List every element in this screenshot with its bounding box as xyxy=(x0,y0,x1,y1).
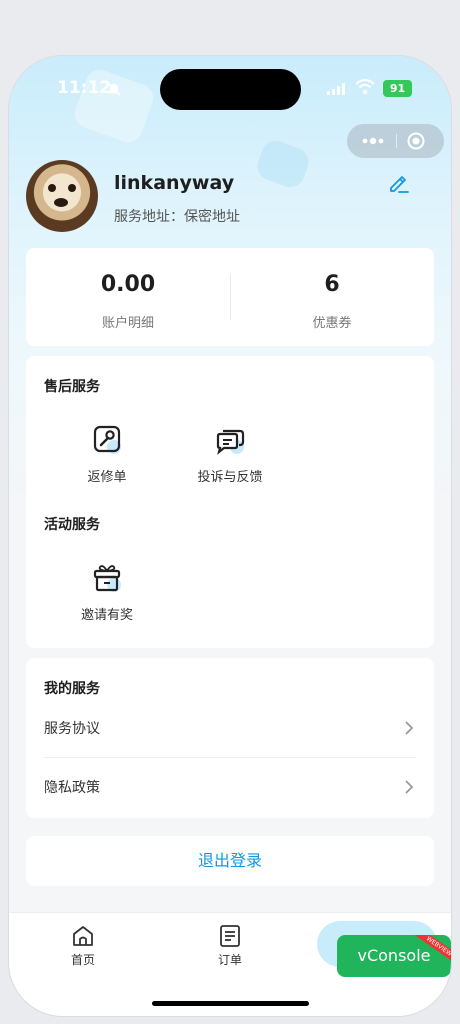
miniprogram-capsule[interactable] xyxy=(347,124,444,158)
coupons-label: 优惠券 xyxy=(312,316,352,331)
avatar-eye xyxy=(68,184,76,192)
service-address: 服务地址：保密地址 xyxy=(114,209,240,225)
account-balance-label: 账户明细 xyxy=(101,316,154,331)
vconsole-button[interactable]: vConsole WEBVIEW xyxy=(337,935,451,977)
logout-label: 退出登录 xyxy=(197,851,262,870)
complaint-feedback-entry[interactable]: 投诉与反馈 xyxy=(175,422,285,485)
dynamic-island xyxy=(160,69,301,110)
tab-orders[interactable]: 订单 xyxy=(190,923,270,968)
tab-orders-label: 订单 xyxy=(217,953,242,967)
vconsole-label: vConsole xyxy=(357,946,431,965)
tab-home[interactable]: 首页 xyxy=(43,923,123,968)
coupons-stat[interactable]: 6 优惠券 xyxy=(230,248,434,346)
phone-screen: 11:12 91 linkanyway 服务地址：保密地址 0.00 账户明细 … xyxy=(9,56,451,1016)
user-profile: linkanyway 服务地址：保密地址 xyxy=(26,160,436,232)
invite-reward-entry[interactable]: 邀请有奖 xyxy=(52,560,162,623)
home-icon xyxy=(73,926,93,946)
privacy-policy-row[interactable]: 隐私政策 xyxy=(44,759,416,815)
privacy-policy-label: 隐私政策 xyxy=(44,780,100,796)
edit-icon[interactable] xyxy=(386,170,412,196)
tab-bar: 首页 订单 vConsole WEBVIEW xyxy=(9,912,451,1016)
avatar-eye xyxy=(48,184,56,192)
username: linkanyway xyxy=(114,172,235,194)
wrench-icon xyxy=(93,425,121,454)
services-card: 售后服务 返修单 投诉与反馈 活动服务 邀请有奖 xyxy=(26,356,434,648)
capsule-divider xyxy=(396,134,397,148)
wifi-icon xyxy=(355,79,375,95)
status-time: 11:12 xyxy=(57,78,112,98)
chevron-right-icon xyxy=(405,721,414,735)
complaint-feedback-label: 投诉与反馈 xyxy=(197,470,263,485)
cellular-signal-icon xyxy=(327,83,345,95)
repair-order-label: 返修单 xyxy=(87,470,127,485)
account-balance-value: 0.00 xyxy=(100,272,156,297)
account-stats-card: 0.00 账户明细 6 优惠券 xyxy=(26,248,434,346)
avatar-nose xyxy=(54,198,68,207)
chat-bubbles-icon xyxy=(216,429,245,455)
order-icon xyxy=(220,925,240,947)
status-bar: 11:12 91 xyxy=(9,56,451,112)
activities-title: 活动服务 xyxy=(44,517,100,533)
home-indicator[interactable] xyxy=(152,1001,309,1006)
repair-order-entry[interactable]: 返修单 xyxy=(52,422,162,485)
my-services-card: 我的服务 服务协议 隐私政策 xyxy=(26,658,434,818)
logout-button[interactable]: 退出登录 xyxy=(26,836,434,886)
gift-icon xyxy=(93,565,121,592)
service-agreement-row[interactable]: 服务协议 xyxy=(44,700,416,758)
tab-home-label: 首页 xyxy=(70,953,95,967)
invite-reward-label: 邀请有奖 xyxy=(80,608,133,623)
more-dots-icon[interactable] xyxy=(361,137,385,145)
coupons-value: 6 xyxy=(324,272,340,297)
account-balance-stat[interactable]: 0.00 账户明细 xyxy=(26,248,230,346)
my-services-title: 我的服务 xyxy=(44,681,100,697)
bell-off-icon xyxy=(107,82,121,96)
after-sales-title: 售后服务 xyxy=(44,379,100,395)
close-target-icon[interactable] xyxy=(407,132,425,150)
chevron-right-icon xyxy=(405,780,414,794)
battery-indicator: 91 xyxy=(383,80,412,97)
avatar[interactable] xyxy=(26,160,98,232)
service-agreement-label: 服务协议 xyxy=(44,721,100,737)
